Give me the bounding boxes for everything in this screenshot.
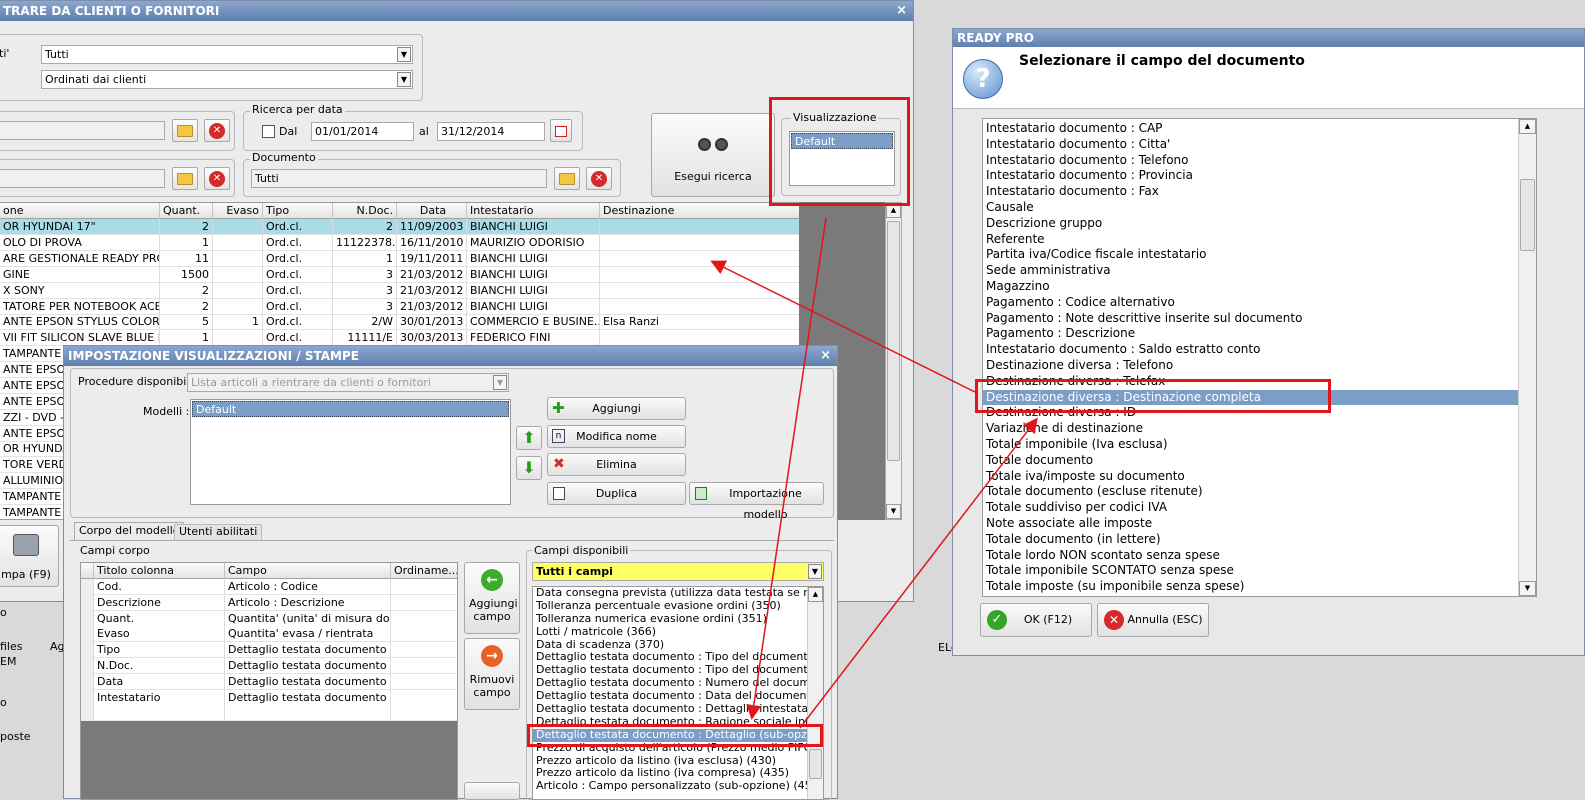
arrow-view-to-field <box>746 217 827 720</box>
arrow-field-to-dialog <box>799 417 1038 729</box>
arrow-to-grid <box>710 260 976 393</box>
annotation-arrows <box>710 217 1038 729</box>
